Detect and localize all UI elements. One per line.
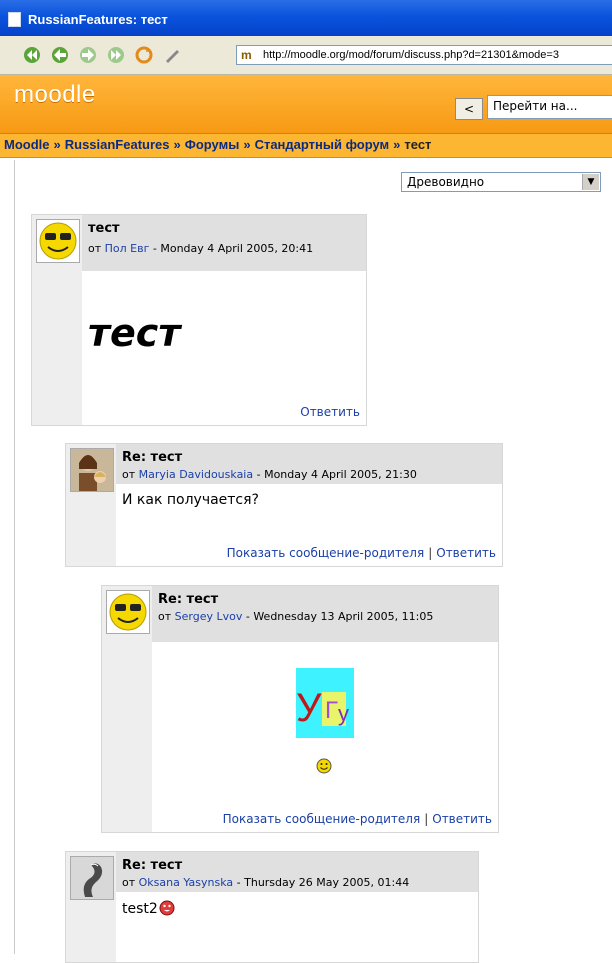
chevron-down-icon[interactable]: ▼: [582, 174, 599, 190]
breadcrumb: Moodle» RussianFeatures» Форумы» Стандартны…: [0, 134, 612, 158]
author-link[interactable]: Maryia Davidouskaia: [139, 468, 253, 481]
breadcrumb-course[interactable]: RussianFeatures: [65, 137, 170, 152]
author-link[interactable]: Пол Евг: [105, 242, 150, 255]
forum-post: Re: тест от Oksana Yasynska - Thursday 2…: [65, 851, 479, 963]
forum-post: тест от Пол Евг - Monday 4 April 2005, 2…: [31, 214, 367, 426]
tongue-smiley-icon: [159, 900, 175, 916]
avatar[interactable]: [36, 219, 80, 263]
display-mode-value: Древовидно: [407, 175, 485, 189]
refresh-icon[interactable]: [134, 45, 154, 65]
breadcrumb-current: тест: [404, 137, 432, 152]
window-titlebar: RussianFeatures: тест: [0, 0, 612, 36]
moodle-header: moodle < Перейти на...: [0, 75, 612, 134]
post-subject: Re: тест: [158, 592, 219, 607]
author-link[interactable]: Oksana Yasynska: [139, 876, 234, 889]
breadcrumb-moodle[interactable]: Moodle: [4, 137, 50, 152]
reply-link[interactable]: Ответить: [300, 405, 360, 419]
moodle-logo[interactable]: moodle: [14, 81, 96, 109]
post-byline: от Oksana Yasynska - Thursday 26 May 200…: [122, 876, 410, 889]
smiley-icon: [316, 758, 332, 777]
post-subject: тест: [88, 221, 120, 236]
post-message: test2: [122, 900, 175, 917]
reply-link[interactable]: Ответить: [436, 546, 496, 560]
edit-icon[interactable]: [162, 45, 182, 65]
post-byline: от Sergey Lvov - Wednesday 13 April 2005…: [158, 610, 434, 623]
jump-to-select[interactable]: Перейти на...: [487, 95, 612, 119]
document-icon: [8, 12, 21, 27]
show-parent-link[interactable]: Показать сообщение-родителя: [227, 546, 425, 560]
post-byline: от Maryia Davidouskaia - Monday 4 April …: [122, 468, 417, 481]
forum-post: Re: тест от Sergey Lvov - Wednesday 13 A…: [101, 585, 499, 833]
breadcrumb-forums[interactable]: Форумы: [185, 137, 240, 152]
back-start-icon[interactable]: [22, 45, 42, 65]
back-arrow-icon[interactable]: [50, 45, 70, 65]
address-bar[interactable]: m http://moodle.org/mod/forum/discuss.ph…: [236, 45, 612, 65]
author-link[interactable]: Sergey Lvov: [175, 610, 243, 623]
show-parent-link[interactable]: Показать сообщение-родителя: [223, 812, 421, 826]
moodle-favicon-icon: m: [241, 48, 252, 62]
post-message: тест: [88, 311, 181, 355]
avatar[interactable]: [106, 590, 150, 634]
post-message: И как получается?: [122, 492, 259, 508]
breadcrumb-forum[interactable]: Стандартный форум: [255, 137, 390, 152]
forum-post: Re: тест от Maryia Davidouskaia - Monday…: [65, 443, 503, 567]
avatar[interactable]: [70, 856, 114, 900]
avatar[interactable]: [70, 448, 114, 492]
image-letter: У: [296, 686, 322, 730]
window-title: RussianFeatures: тест: [28, 12, 168, 27]
attached-image: У Г у: [296, 668, 354, 738]
image-letter: Г: [325, 697, 338, 724]
browser-toolbar: m http://moodle.org/mod/forum/discuss.ph…: [0, 36, 612, 75]
display-mode-select[interactable]: Древовидно ▼: [401, 172, 601, 192]
jump-back-button[interactable]: <: [455, 98, 483, 120]
image-letter: у: [338, 701, 349, 726]
forward-end-icon[interactable]: [106, 45, 126, 65]
reply-link[interactable]: Ответить: [432, 812, 492, 826]
post-subject: Re: тест: [122, 858, 183, 873]
post-subject: Re: тест: [122, 450, 183, 465]
post-byline: от Пол Евг - Monday 4 April 2005, 20:41: [88, 242, 314, 255]
address-url: http://moodle.org/mod/forum/discuss.php?…: [263, 49, 559, 61]
forum-discussion: Древовидно ▼ тест от Пол Евг - Monday 4 …: [14, 160, 612, 963]
forward-arrow-icon[interactable]: [78, 45, 98, 65]
